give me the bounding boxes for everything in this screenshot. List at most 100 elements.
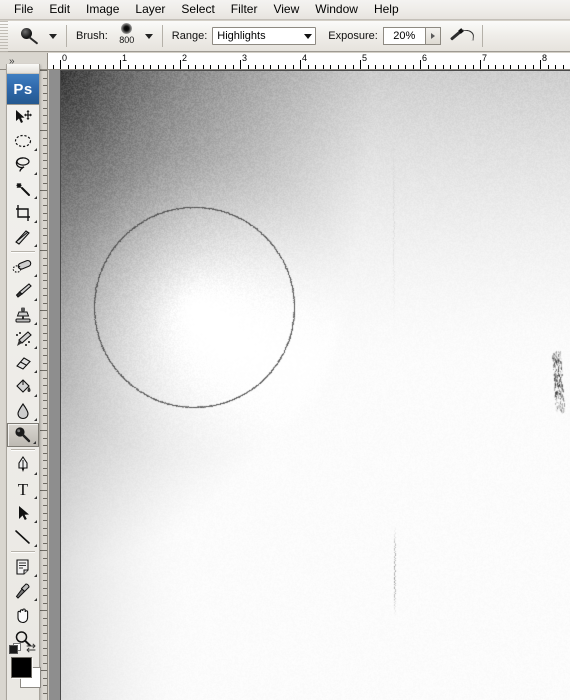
ruler-tick-minor bbox=[43, 423, 47, 424]
ruler-tick-minor bbox=[43, 520, 47, 521]
ruler-tick-minor bbox=[53, 65, 54, 69]
tool-paint-bucket[interactable] bbox=[7, 375, 39, 399]
scanned-photo-canvas[interactable] bbox=[61, 71, 570, 700]
image-canvas[interactable] bbox=[60, 70, 570, 700]
ruler-tick-minor bbox=[173, 65, 174, 69]
brush-label: Brush: bbox=[76, 30, 108, 42]
tool-preset-picker[interactable] bbox=[14, 24, 44, 48]
tool-slice[interactable] bbox=[7, 225, 39, 249]
ruler-tick-minor bbox=[105, 65, 106, 69]
ruler-tick-minor bbox=[43, 168, 47, 169]
horizontal-ruler[interactable]: 0 1 2 3 4 5 6 7 8 bbox=[48, 53, 570, 70]
range-select[interactable]: Highlights bbox=[212, 27, 317, 45]
ruler-tick-minor bbox=[43, 273, 47, 274]
ruler-label: 1 bbox=[122, 53, 128, 63]
dodge-tool-icon bbox=[19, 27, 39, 45]
ruler-tick-minor bbox=[533, 65, 534, 69]
ruler-tick-major bbox=[39, 550, 47, 551]
menu-item-help[interactable]: Help bbox=[366, 1, 407, 19]
tool-hand[interactable] bbox=[7, 603, 39, 627]
menu-item-view[interactable]: View bbox=[265, 1, 307, 19]
menu-item-window[interactable]: Window bbox=[307, 1, 366, 19]
swap-colors-icon[interactable]: ⇄ bbox=[26, 642, 36, 654]
ruler-tick-minor bbox=[518, 65, 519, 69]
flyout-indicator-icon bbox=[34, 322, 37, 325]
ruler-tick-minor bbox=[495, 65, 496, 69]
ruler-tick-minor bbox=[43, 678, 47, 679]
menu-item-image[interactable]: Image bbox=[78, 1, 127, 19]
ruler-tick-minor bbox=[43, 333, 47, 334]
ruler-label: 7 bbox=[482, 53, 488, 63]
menu-item-select[interactable]: Select bbox=[173, 1, 222, 19]
ruler-tick-major bbox=[39, 430, 47, 431]
tool-elliptical-marquee[interactable] bbox=[7, 129, 39, 153]
exposure-input[interactable]: 20% bbox=[382, 27, 425, 45]
flyout-indicator-icon bbox=[34, 418, 37, 421]
ruler-tick-minor bbox=[195, 65, 196, 69]
tool-crop[interactable] bbox=[7, 201, 39, 225]
tool-eyedropper[interactable] bbox=[7, 579, 39, 603]
exposure-stepper[interactable] bbox=[424, 27, 441, 45]
ruler-tick-minor bbox=[525, 65, 526, 69]
ruler-tick-minor bbox=[293, 65, 294, 69]
ruler-tick-minor bbox=[43, 325, 47, 326]
tool-line[interactable] bbox=[7, 525, 39, 549]
tool-eraser[interactable] bbox=[7, 351, 39, 375]
exposure-label: Exposure: bbox=[328, 30, 378, 42]
ruler-tick-minor bbox=[43, 288, 47, 289]
menu-item-file[interactable]: File bbox=[6, 1, 41, 19]
ruler-tick-minor bbox=[473, 65, 474, 69]
ruler-tick-minor bbox=[43, 213, 47, 214]
menu-item-layer[interactable]: Layer bbox=[127, 1, 173, 19]
tool-move[interactable] bbox=[7, 105, 39, 129]
document-area[interactable] bbox=[49, 70, 570, 700]
default-colors-icon[interactable] bbox=[9, 643, 21, 654]
chevron-down-icon[interactable] bbox=[49, 33, 57, 39]
ruler-tick-minor bbox=[90, 65, 91, 69]
toolbox-collapse-button[interactable]: » bbox=[9, 56, 14, 67]
tool-dodge[interactable] bbox=[7, 423, 39, 447]
tool-healing-brush[interactable] bbox=[7, 255, 39, 279]
ruler-label: 4 bbox=[302, 53, 308, 63]
tool-brush[interactable] bbox=[7, 279, 39, 303]
flyout-indicator-icon bbox=[34, 172, 37, 175]
tool-history-brush[interactable] bbox=[7, 327, 39, 351]
tool-notes[interactable] bbox=[7, 555, 39, 579]
ruler-tick-minor bbox=[43, 618, 47, 619]
ruler-tick-minor bbox=[135, 65, 136, 69]
brush-preset-preview[interactable]: 800 bbox=[114, 22, 140, 50]
ruler-tick-minor bbox=[315, 65, 316, 69]
tool-lasso[interactable] bbox=[7, 153, 39, 177]
ruler-tick-minor bbox=[503, 65, 504, 69]
ruler-tick-minor bbox=[225, 65, 226, 69]
ruler-tick-major bbox=[39, 490, 47, 491]
chevron-down-icon[interactable] bbox=[144, 33, 153, 39]
brush-tip-icon bbox=[121, 23, 133, 34]
ruler-tick-minor bbox=[43, 505, 47, 506]
options-separator bbox=[161, 25, 163, 47]
ruler-tick-minor bbox=[43, 513, 47, 514]
tool-type[interactable]: T bbox=[7, 477, 39, 501]
ruler-tick-minor bbox=[450, 65, 451, 69]
foreground-color-swatch[interactable] bbox=[11, 657, 32, 678]
ruler-tick-minor bbox=[43, 408, 47, 409]
ruler-tick-minor bbox=[465, 65, 466, 69]
tool-path-selection[interactable] bbox=[7, 501, 39, 525]
ruler-tick-minor bbox=[210, 65, 211, 69]
menu-item-filter[interactable]: Filter bbox=[223, 1, 266, 19]
tool-blur[interactable] bbox=[7, 399, 39, 423]
flyout-indicator-icon bbox=[33, 441, 36, 444]
tool-magic-wand[interactable] bbox=[7, 177, 39, 201]
ruler-tick-minor bbox=[43, 625, 47, 626]
ruler-tick-minor bbox=[413, 65, 414, 69]
tool-clone-stamp[interactable] bbox=[7, 303, 39, 327]
tool-pen[interactable] bbox=[7, 453, 39, 477]
ruler-tick-minor bbox=[43, 588, 47, 589]
airbrush-pressure-icon[interactable] bbox=[449, 27, 475, 45]
menu-item-edit[interactable]: Edit bbox=[41, 1, 78, 19]
ruler-tick-minor bbox=[330, 65, 331, 69]
ruler-tick-minor bbox=[43, 453, 47, 454]
ruler-tick-minor bbox=[270, 65, 271, 69]
options-bar-grip[interactable] bbox=[0, 20, 8, 52]
ruler-tick-minor bbox=[43, 595, 47, 596]
